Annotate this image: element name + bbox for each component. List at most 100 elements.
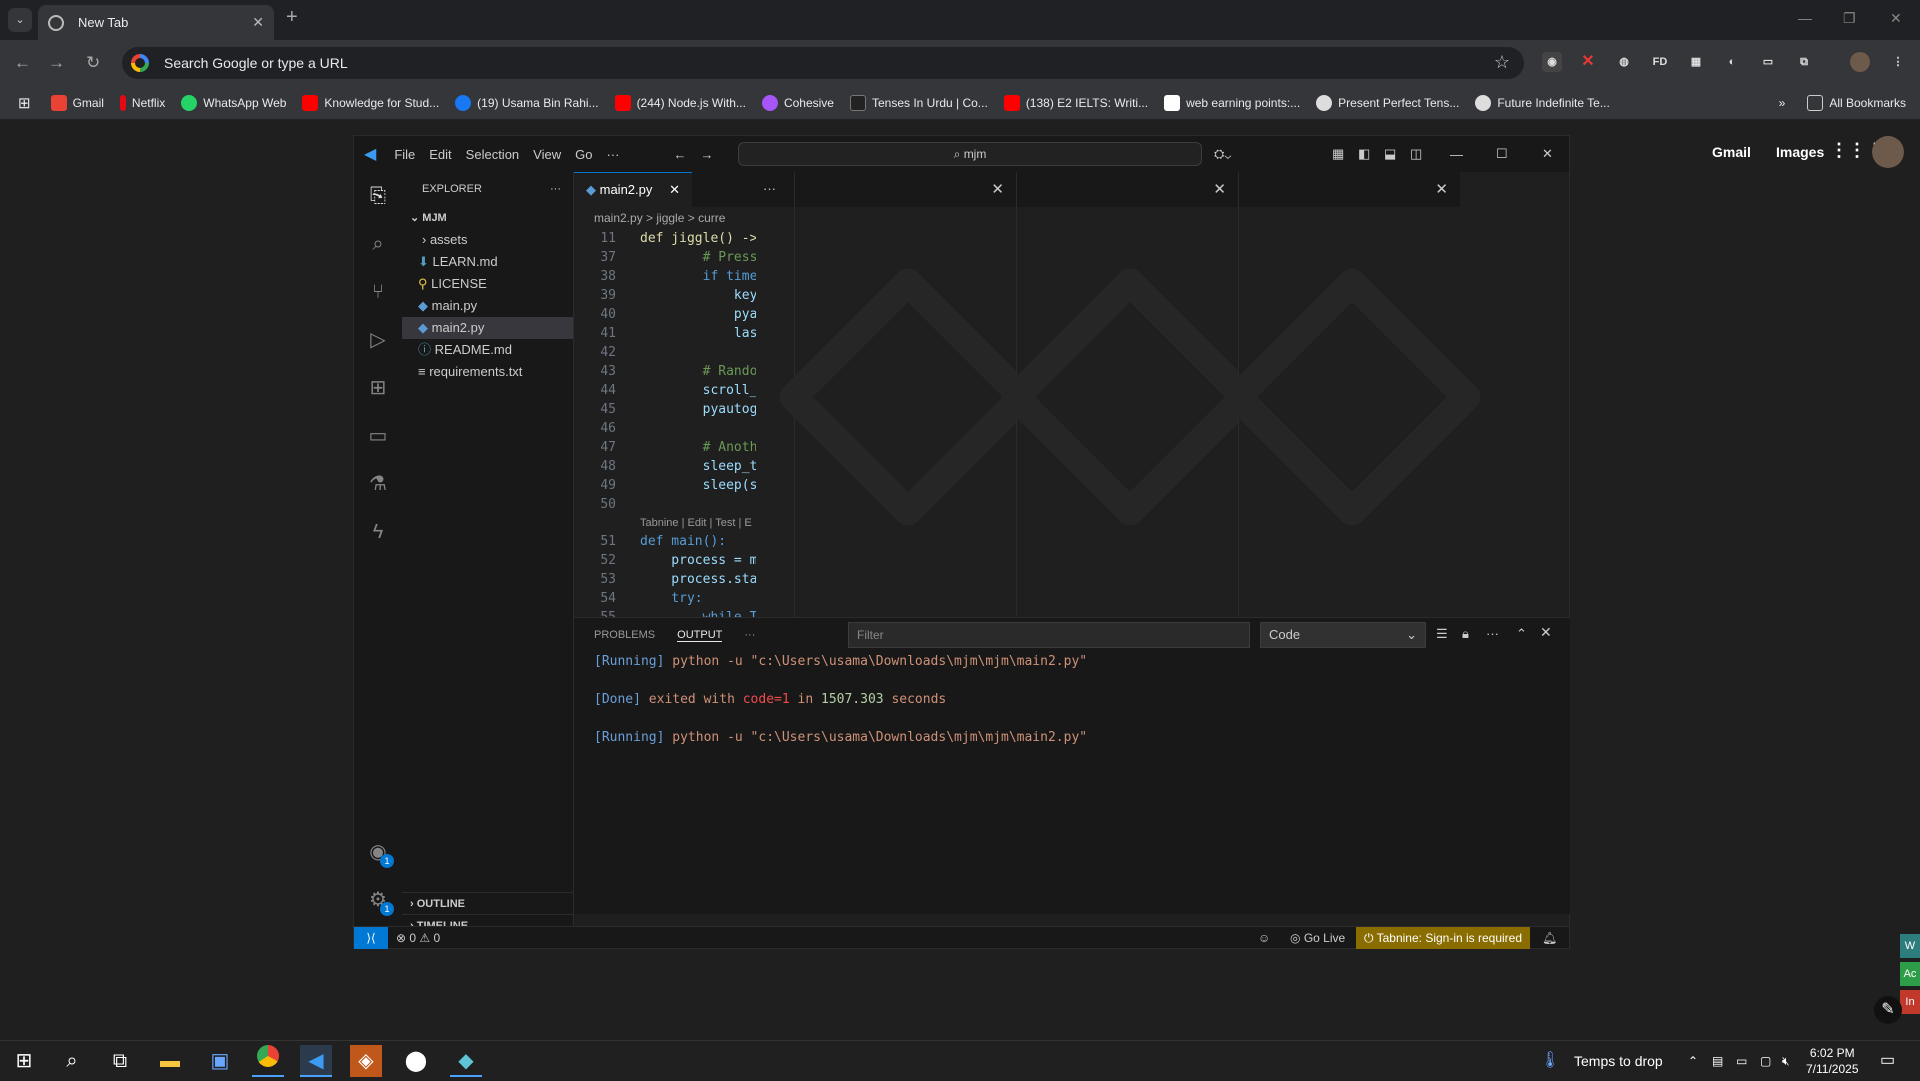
minimize-window-icon[interactable]: —	[1798, 10, 1812, 26]
tray-chevron-icon[interactable]: ⌃	[1688, 1041, 1698, 1081]
fd-extension-icon[interactable]: FD	[1650, 52, 1670, 72]
puzzle-icon[interactable]: ⧉	[1794, 52, 1814, 72]
menu-kebab-icon[interactable]: ⋮	[1888, 52, 1908, 72]
bookmark-cohesive[interactable]: Cohesive	[761, 94, 834, 111]
windows-start-icon[interactable]: ⊞	[8, 1045, 40, 1077]
output-text[interactable]: [Running] python -u "c:\Users\usama\Down…	[574, 652, 1570, 747]
side-button[interactable]: In	[1900, 990, 1920, 1014]
chrome-icon[interactable]	[252, 1045, 284, 1077]
code-line[interactable]: 37 # Press	[574, 248, 756, 267]
output-line[interactable]: [Running] python -u "c:\Users\usama\Down…	[574, 728, 1570, 747]
editor-actions-icon[interactable]: ···	[763, 172, 776, 207]
go-live-button[interactable]: ◎ Go Live	[1290, 927, 1345, 949]
file-explorer-icon[interactable]: ▬	[154, 1045, 186, 1077]
profile-avatar[interactable]	[1850, 52, 1870, 72]
bookmark-youtube[interactable]: Knowledge for Stud...	[302, 94, 439, 111]
code-line[interactable]: 46	[574, 419, 756, 438]
address-bar[interactable]: Search Google or type a URL ☆	[122, 47, 1524, 79]
bookmark-web-earning[interactable]: web earning points:...	[1164, 94, 1300, 111]
lock-scroll-icon[interactable]: 🔒︎	[1462, 626, 1469, 642]
task-view-icon[interactable]: ⧉	[104, 1045, 136, 1077]
explorer-icon[interactable]: ⎘	[366, 184, 390, 208]
restore-window-icon[interactable]: ❐	[1843, 10, 1856, 27]
tree-file-learn[interactable]: ⬇ LEARN.md	[402, 251, 573, 273]
tab-output[interactable]: OUTPUT	[677, 629, 723, 642]
problems-status[interactable]: ⊗ 0 ⚠ 0	[396, 927, 440, 949]
new-tab-button[interactable]: +	[286, 6, 298, 29]
globe-icon[interactable]: ◍	[1614, 52, 1634, 72]
code-line[interactable]: 48 sleep_t	[574, 457, 756, 476]
menu-edit[interactable]: Edit	[429, 147, 451, 162]
volume-muted-icon[interactable]: 🔇︎	[1782, 1041, 1790, 1081]
maximize-icon[interactable]: ☐	[1496, 146, 1508, 162]
extension-icon[interactable]: ◐	[1722, 52, 1742, 72]
tabnine-codelens[interactable]: Tabnine | Edit | Test | E	[574, 514, 794, 532]
ntp-images-link[interactable]: Images	[1776, 144, 1824, 160]
tree-file-requirements[interactable]: ≡ requirements.txt	[402, 361, 573, 383]
close-icon[interactable]: ✕	[1542, 146, 1553, 162]
toggle-panel-icon[interactable]: ⬓	[1384, 146, 1396, 162]
output-line[interactable]	[574, 671, 1570, 690]
code-line[interactable]: 44 scroll_	[574, 381, 756, 400]
app-icon[interactable]: ⬤	[400, 1045, 432, 1077]
output-line[interactable]	[574, 709, 1570, 728]
toggle-sidebar-icon[interactable]: ◧	[1358, 146, 1370, 162]
tree-file-main[interactable]: ◆ main.py	[402, 295, 573, 317]
lightning-icon[interactable]: ϟ	[366, 520, 390, 544]
code-block[interactable]: 37 # Press 38 if time 39 key 40 pya 41 las 42…	[574, 248, 794, 514]
apps-grid-icon[interactable]: ⊞	[18, 94, 31, 112]
bookmark-present-perfect[interactable]: Present Perfect Tens...	[1316, 94, 1459, 111]
layout-icon[interactable]: ▦	[1332, 146, 1344, 162]
ntp-avatar[interactable]	[1872, 136, 1904, 168]
panel-more-icon[interactable]: ···	[744, 629, 755, 641]
notifications-bell-icon[interactable]: 🔔︎	[1542, 927, 1557, 949]
network-icon[interactable]: ▤	[1712, 1041, 1723, 1081]
extension-icon[interactable]: ▭	[1758, 52, 1778, 72]
code-line[interactable]: 54 try:	[574, 589, 756, 608]
copilot-icon[interactable]: ⛭⌄	[1214, 146, 1231, 162]
close-tab-icon[interactable]: ✕	[252, 14, 264, 31]
menu-selection[interactable]: Selection	[466, 147, 519, 162]
back-icon[interactable]: ←	[14, 53, 31, 73]
more-actions-icon[interactable]: ···	[550, 172, 561, 207]
code-block[interactable]: 51 def main(): 52 process = m 53 process.st…	[574, 532, 794, 627]
accounts-icon[interactable]: ◉ 1	[366, 840, 394, 868]
tab-search-button[interactable]: ⌄	[8, 8, 32, 32]
bookmark-facebook[interactable]: (19) Usama Bin Rahi...	[455, 94, 599, 111]
bookmark-tenses[interactable]: Tenses In Urdu | Co...	[849, 94, 988, 111]
pencil-icon[interactable]: ✎	[1874, 996, 1902, 1024]
bookmark-youtube[interactable]: (244) Node.js With...	[614, 94, 746, 111]
breadcrumb[interactable]: main2.py > jiggle > curre	[574, 207, 794, 229]
code-line[interactable]: 53 process.sta	[574, 570, 756, 589]
close-window-icon[interactable]: ✕	[1890, 10, 1902, 27]
bookmark-star-icon[interactable]: ☆	[1494, 52, 1510, 73]
browser-tab-new-tab[interactable]: New Tab ✕	[38, 5, 274, 40]
app-icon[interactable]: ◆	[450, 1045, 482, 1077]
code-line[interactable]: 45 pyautog	[574, 400, 756, 419]
bookmark-netflix[interactable]: Netflix	[119, 94, 165, 111]
ntp-gmail-link[interactable]: Gmail	[1712, 144, 1751, 160]
zoom-icon[interactable]: ◈	[350, 1045, 382, 1077]
bookmark-whatsapp[interactable]: WhatsApp Web	[181, 94, 286, 111]
notification-center-icon[interactable]: ▭	[1880, 1041, 1895, 1081]
menu-more[interactable]: ···	[606, 147, 619, 162]
reload-icon[interactable]: ↻	[86, 53, 100, 73]
menu-file[interactable]: File	[394, 147, 415, 162]
weather-text[interactable]: Temps to drop	[1574, 1041, 1663, 1081]
nav-forward-icon[interactable]: →	[700, 147, 713, 162]
search-icon[interactable]: ⌕	[56, 1045, 88, 1077]
menu-view[interactable]: View	[533, 147, 561, 162]
output-line[interactable]: [Done] exited with code=1 in 1507.303 se…	[574, 690, 1570, 709]
code-line[interactable]: 42	[574, 343, 756, 362]
code-line[interactable]: 41 las	[574, 324, 756, 343]
maximize-panel-icon[interactable]: ⌃	[1516, 626, 1527, 642]
output-filter-input[interactable]: Filter	[848, 622, 1250, 648]
output-channel-select[interactable]: Code ⌄	[1260, 622, 1426, 648]
code-line[interactable]: 40 pya	[574, 305, 756, 324]
store-icon[interactable]: ▣	[204, 1045, 236, 1077]
thermometer-icon[interactable]: 🌡︎	[1540, 1041, 1560, 1081]
output-line[interactable]: [Running] python -u "c:\Users\usama\Down…	[574, 652, 1570, 671]
outline-section[interactable]: › OUTLINE	[402, 892, 574, 914]
close-pane-icon[interactable]: ✕	[795, 172, 1016, 207]
tab-problems[interactable]: PROBLEMS	[594, 629, 655, 641]
